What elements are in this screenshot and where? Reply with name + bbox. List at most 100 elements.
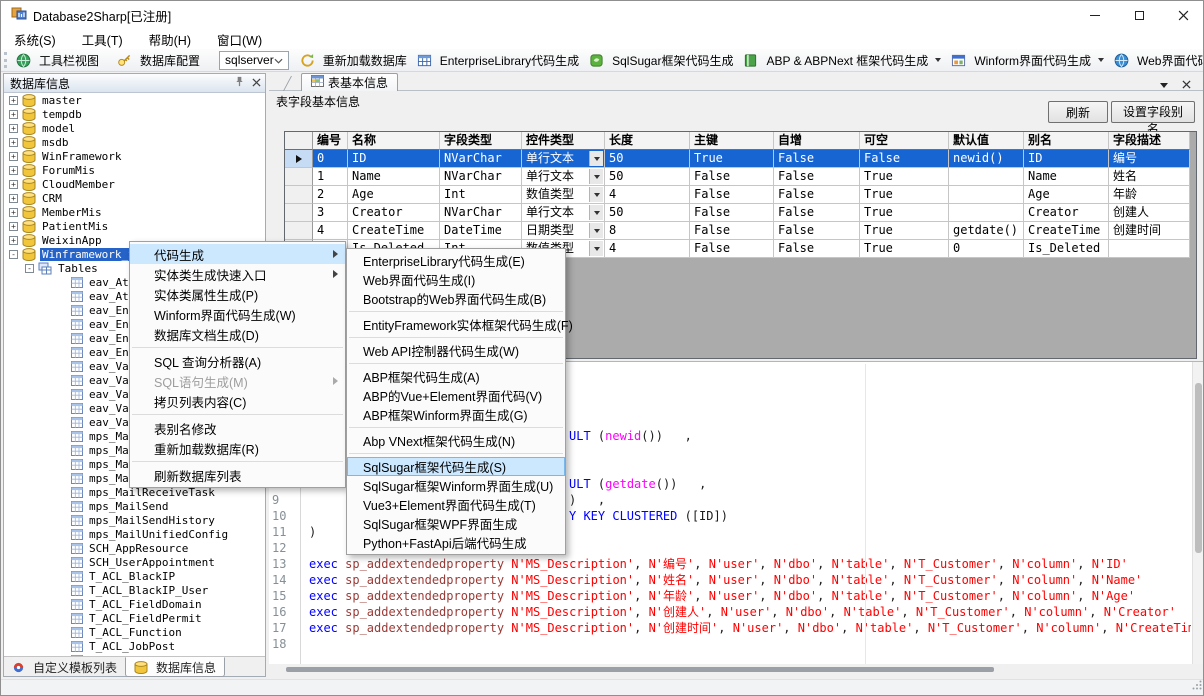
grid-cell[interactable]: 50 [605,168,690,186]
grid-column-header[interactable]: 长度 [605,132,690,150]
submenu-item[interactable]: ABP框架Winform界面生成(G) [347,405,565,424]
grid-cell[interactable]: False [690,204,774,222]
toolbar-button[interactable]: ABP & ABPNext 框架代码生成 [738,50,946,71]
minimize-button[interactable] [1073,1,1117,29]
grid-cell[interactable]: 0 [313,150,348,168]
grid-cell[interactable]: Age [1024,186,1109,204]
panel-close-icon[interactable] [252,76,261,90]
menubar-item-3[interactable]: 窗口(W) [204,28,275,51]
grid-cell[interactable] [949,204,1024,222]
grid-cell[interactable]: NVarChar [440,150,522,168]
tab-close-icon[interactable] [1182,76,1191,94]
grid-cell[interactable]: True [860,186,949,204]
grid-row[interactable]: 2AgeInt数值类型4FalseFalseTrueAge年龄 [285,186,1196,204]
tree-expander-icon[interactable]: + [9,96,18,105]
context-menu-item[interactable]: 实体类生成快速入口 [130,264,345,284]
tree-item-database[interactable]: +master [4,93,265,107]
toolbar-button[interactable]: EnterpriseLibrary代码生成 [412,50,584,71]
panel-tab[interactable]: 自定义模板列表 [4,657,125,677]
tree-item-database[interactable]: +CRM [4,191,265,205]
toolbar-button[interactable]: SqlSugar框架代码生成 [584,50,738,71]
grid-cell[interactable]: True [860,240,949,258]
grid-cell[interactable]: DateTime [440,222,522,240]
grid-cell[interactable]: CreateTime [348,222,440,240]
grid-cell[interactable]: 3 [313,204,348,222]
maximize-button[interactable] [1117,1,1161,29]
grid-column-header[interactable]: 自增 [774,132,860,150]
context-menu-item[interactable]: 拷贝列表内容(C) [130,391,345,411]
grid-cell[interactable]: 4 [605,240,690,258]
tree-expander-icon[interactable]: - [9,250,18,259]
grid-cell[interactable]: 2 [313,186,348,204]
grid-cell[interactable] [949,168,1024,186]
context-menu-item[interactable]: 实体类属性生成(P) [130,284,345,304]
menubar-item-1[interactable]: 工具(T) [69,28,136,51]
toolbar-grip[interactable] [4,52,7,68]
submenu-item[interactable]: EntityFramework实体框架代码生成(F) [347,315,565,334]
submenu-item[interactable]: Abp VNext框架代码生成(N) [347,431,565,450]
grid-cell[interactable]: Is_Deleted [1024,240,1109,258]
tree-item-table[interactable]: mps_MailUnifiedConfig [4,527,265,541]
grid-cell[interactable]: False [774,204,860,222]
cell-dropdown-button[interactable] [589,223,603,238]
grid-column-header[interactable]: 字段类型 [440,132,522,150]
grid-cell[interactable]: NVarChar [440,168,522,186]
tree-item-table[interactable]: T_ACL_BlackIP [4,569,265,583]
submenu-item[interactable]: EnterpriseLibrary代码生成(E) [347,251,565,270]
toolbar-button[interactable]: Web界面代码生成 [1109,50,1204,71]
context-menu-item[interactable]: 刷新数据库列表 [130,465,345,485]
tree-item-database[interactable]: +CloudMember [4,177,265,191]
submenu-item[interactable]: Web界面代码生成(I) [347,270,565,289]
cell-dropdown-button[interactable] [589,187,603,202]
grid-cell[interactable]: 50 [605,204,690,222]
context-menu-item[interactable]: 重新加载数据库(R) [130,438,345,458]
menubar-item-2[interactable]: 帮助(H) [136,28,204,51]
grid-cell[interactable]: False [690,240,774,258]
grid-cell[interactable]: 4 [605,186,690,204]
tree-expander-icon[interactable]: + [9,166,18,175]
grid-cell[interactable]: True [860,222,949,240]
grid-cell[interactable]: True [860,204,949,222]
grid-cell[interactable]: CreateTime [1024,222,1109,240]
grid-cell[interactable] [949,186,1024,204]
menubar-item-0[interactable]: 系统(S) [1,28,69,51]
grid-row[interactable]: 3CreatorNVarChar单行文本50FalseFalseTrueCrea… [285,204,1196,222]
context-menu-item[interactable]: SQL 查询分析器(A) [130,351,345,371]
grid-cell[interactable]: False [690,222,774,240]
set-field-alias-button[interactable]: 设置字段别名 [1111,101,1195,123]
tree-item-database[interactable]: +ForumMis [4,163,265,177]
tree-item-table[interactable]: T_ACL_Function [4,625,265,639]
grid-cell[interactable]: newid() [949,150,1024,168]
grid-cell[interactable]: 创建人 [1109,204,1190,222]
submenu-item[interactable]: SqlSugar框架代码生成(S) [347,457,565,476]
grid-cell[interactable]: 4 [313,222,348,240]
grid-cell[interactable]: Creator [1024,204,1109,222]
grid-row-selector[interactable] [285,168,313,186]
tree-item-database[interactable]: +MemberMis [4,205,265,219]
cell-dropdown-button[interactable] [589,169,603,184]
pin-icon[interactable] [234,76,245,90]
grid-cell[interactable]: 创建时间 [1109,222,1190,240]
vertical-scrollbar[interactable] [1192,362,1203,664]
grid-cell[interactable]: False [774,240,860,258]
tree-item-database[interactable]: +PatientMis [4,219,265,233]
grid-cell[interactable]: True [860,168,949,186]
grid-cell[interactable]: False [690,186,774,204]
grid-column-header[interactable]: 字段描述 [1109,132,1190,150]
grid-cell[interactable] [1109,240,1190,258]
grid-cell[interactable]: False [860,150,949,168]
grid-cell[interactable]: 单行文本 [522,150,605,168]
grid-cell[interactable]: 单行文本 [522,204,605,222]
grid-row-selector[interactable] [285,150,313,168]
grid-column-header[interactable]: 别名 [1024,132,1109,150]
tree-expander-icon[interactable]: + [9,222,18,231]
tree-item-table[interactable]: T_ACL_JobPost [4,639,265,653]
grid-cell[interactable]: 数值类型 [522,186,605,204]
grid-cell[interactable]: False [774,150,860,168]
tree-expander-icon[interactable]: + [9,180,18,189]
grid-cell[interactable]: ID [348,150,440,168]
toolbar-button[interactable]: Winform界面代码生成 [946,50,1109,71]
grid-row-selector[interactable] [285,186,313,204]
submenu-item[interactable]: Vue3+Element界面代码生成(T) [347,495,565,514]
grid-cell[interactable]: 编号 [1109,150,1190,168]
